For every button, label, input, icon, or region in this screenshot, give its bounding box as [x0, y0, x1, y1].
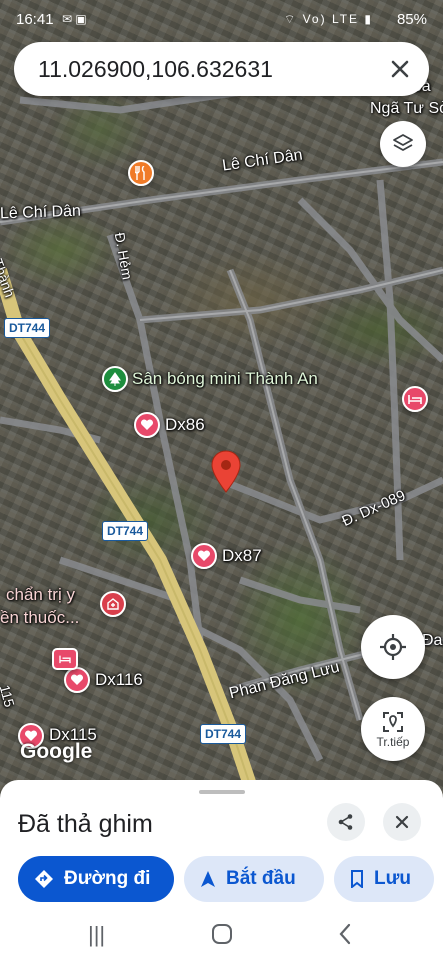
save-label: Lưu	[374, 868, 411, 889]
directions-label: Đường đi	[64, 868, 151, 889]
place-label-dx87[interactable]: Dx87	[222, 546, 262, 566]
my-location-button[interactable]	[361, 615, 425, 679]
crosshair-icon	[380, 634, 406, 660]
search-bar[interactable]: 11.026900,106.632631	[14, 42, 429, 96]
sheet-grabber[interactable]	[199, 790, 245, 794]
place-label-san-bong[interactable]: Sân bóng mini Thành An	[132, 369, 318, 389]
place-label-dx116[interactable]: Dx116	[95, 670, 143, 690]
status-time: 16:41	[16, 11, 54, 28]
street-view-label: Tr.tiếp	[376, 734, 410, 749]
directions-icon	[35, 870, 53, 888]
place-label-en-thuoc[interactable]: ền thuốc...	[0, 608, 79, 628]
hotel-icon[interactable]	[402, 386, 428, 412]
route-shield: DT744	[200, 724, 247, 744]
bookmark-icon	[351, 870, 363, 888]
recents-icon[interactable]: |||	[88, 922, 105, 948]
search-query[interactable]: 11.026900,106.632631	[38, 56, 273, 83]
status-bar: 16:41 ✉ ▣ ⌔ Vo) LTE ▮ 85%	[0, 0, 443, 40]
place-label-chan-tri[interactable]: chẩn trị y	[6, 585, 75, 605]
route-shield: DT744	[4, 318, 51, 338]
road-label-le-chi-dan-left: Lê Chí Dân	[0, 202, 82, 223]
medical-icon[interactable]	[100, 591, 126, 617]
notification-icons: ✉ ▣	[62, 12, 87, 26]
restaurant-icon[interactable]	[128, 160, 154, 186]
navigation-arrow-icon	[201, 871, 215, 887]
save-button[interactable]: Lưu	[334, 856, 434, 902]
close-sheet-button[interactable]	[383, 803, 421, 841]
road-label-nga-tu-so: Ngã Tư Sở	[370, 100, 443, 117]
saved-place-heart-icon[interactable]	[64, 667, 90, 693]
back-icon[interactable]	[338, 923, 352, 945]
system-nav-bar: |||	[0, 910, 443, 960]
start-label: Bắt đầu	[226, 868, 296, 889]
map-view[interactable]: 16:41 ✉ ▣ ⌔ Vo) LTE ▮ 85% Lê Chí Dân Lê …	[0, 0, 443, 800]
street-view-button[interactable]: Tr.tiếp	[361, 697, 425, 761]
close-icon	[395, 815, 409, 829]
layers-icon	[393, 134, 413, 151]
park-icon[interactable]	[102, 366, 128, 392]
start-button[interactable]: Bắt đầu	[184, 856, 324, 902]
route-shield: DT744	[102, 521, 149, 541]
directions-button[interactable]: Đường đi	[18, 856, 174, 902]
share-button[interactable]	[327, 803, 365, 841]
google-logo: Google	[20, 740, 93, 763]
home-icon[interactable]	[211, 923, 233, 945]
layers-button[interactable]	[380, 121, 426, 167]
street-view-icon	[383, 711, 403, 732]
saved-place-heart-icon[interactable]	[134, 412, 160, 438]
close-icon[interactable]	[385, 54, 415, 84]
place-label-dx86[interactable]: Dx86	[165, 415, 205, 435]
battery-level: 85%	[396, 11, 427, 28]
road-label-da: Đa	[422, 632, 443, 649]
sheet-title: Đã thả ghim	[18, 810, 153, 838]
saved-place-heart-icon[interactable]	[191, 543, 217, 569]
network-label: Vo) LTE	[302, 12, 360, 26]
share-icon	[338, 814, 353, 830]
hotel-icon[interactable]	[52, 648, 78, 670]
network-icons: ⌔ Vo) LTE ▮	[283, 12, 373, 26]
dropped-pin-icon[interactable]	[210, 450, 242, 494]
